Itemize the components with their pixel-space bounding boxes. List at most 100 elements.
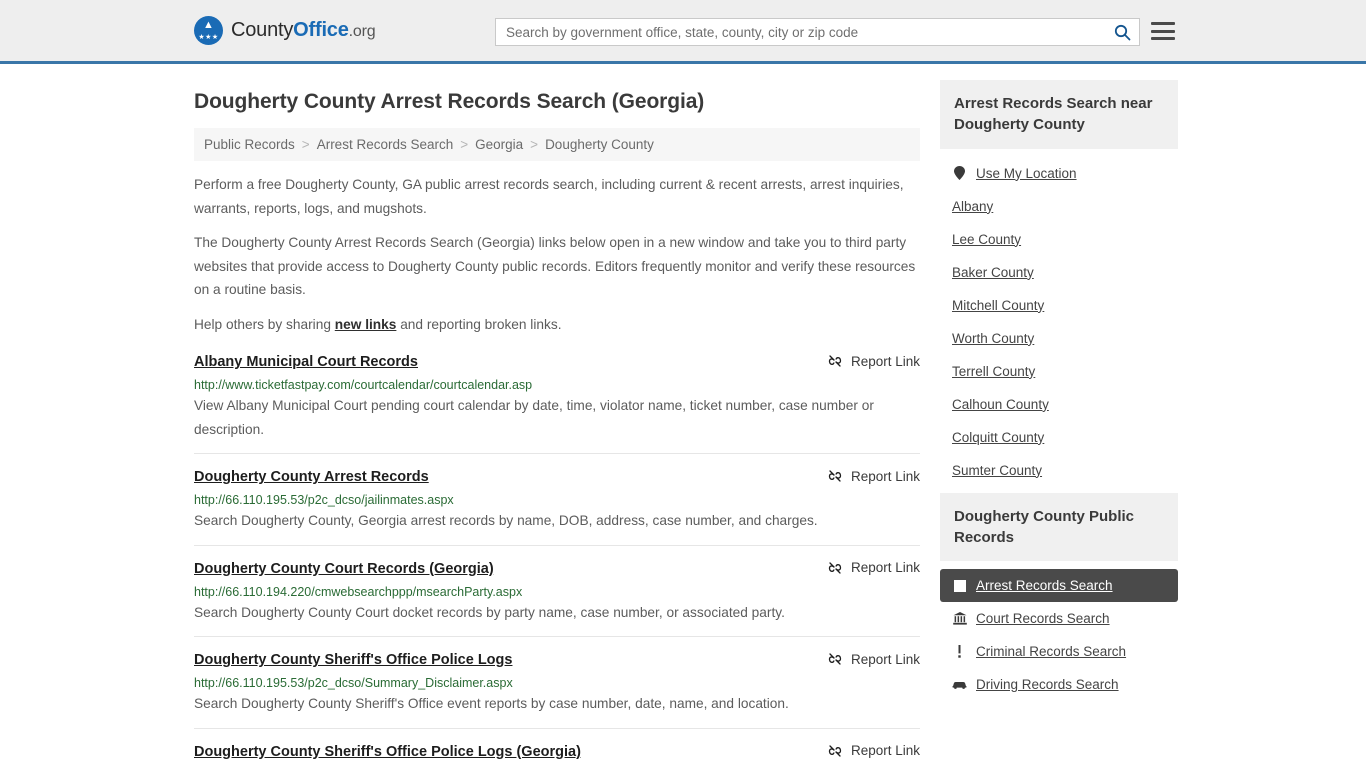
- sidebar-item-colquitt-county[interactable]: Colquitt County: [940, 421, 1178, 454]
- sidebar-item-label: Arrest Records Search: [976, 578, 1113, 594]
- sidebar-public-records-block: Dougherty County Public Records Arrest R…: [940, 492, 1178, 702]
- result-item: Dougherty County Arrest Records Report L…: [194, 453, 920, 544]
- result-header: Dougherty County Sheriff's Office Police…: [194, 651, 920, 670]
- result-header: Dougherty County Arrest Records Report L…: [194, 468, 920, 487]
- search-box[interactable]: [495, 18, 1140, 46]
- result-item: Albany Municipal Court Records Report Li…: [194, 347, 920, 453]
- sidebar-item-calhoun-county[interactable]: Calhoun County: [940, 388, 1178, 421]
- result-description: View Albany Municipal Court pending cour…: [194, 398, 874, 437]
- search-button[interactable]: [1111, 21, 1133, 43]
- result-title-link[interactable]: Dougherty County Court Records (Georgia): [194, 560, 494, 579]
- search-area: [495, 18, 1140, 46]
- sidebar-item-label: Lee County: [952, 231, 1022, 247]
- results-list: Albany Municipal Court Records Report Li…: [194, 347, 920, 768]
- page-title: Dougherty County Arrest Records Search (…: [194, 90, 705, 113]
- breadcrumb-separator: >: [530, 137, 539, 152]
- breadcrumb-item-georgia[interactable]: Georgia: [475, 137, 523, 152]
- broken-link-icon: [828, 562, 842, 574]
- intro-paragraph-2: The Dougherty County Arrest Records Sear…: [194, 235, 916, 298]
- logo-text-county: County: [231, 19, 294, 41]
- report-link-label: Report Link: [850, 743, 920, 759]
- result-title-link[interactable]: Dougherty County Arrest Records: [194, 468, 429, 487]
- result-description: Search Dougherty County, Georgia arrest …: [194, 513, 818, 529]
- sidebar-item-label: Terrell County: [952, 363, 1036, 379]
- result-item: Dougherty County Sheriff's Office Police…: [194, 727, 920, 768]
- main-content: Dougherty County Arrest Records Search (…: [194, 64, 920, 768]
- sidebar-item-label: Colquitt County: [952, 429, 1045, 445]
- result-url-link[interactable]: http://66.110.194.220/cmwebsearchppp/mse…: [194, 585, 920, 599]
- result-item: Dougherty County Sheriff's Office Police…: [194, 636, 920, 727]
- report-link-label: Report Link: [850, 353, 920, 369]
- list-item: Arrest Records Search: [940, 569, 1178, 603]
- breadcrumb-item-public-records[interactable]: Public Records: [204, 137, 295, 152]
- breadcrumb-separator: >: [460, 137, 469, 152]
- broken-link-icon: [828, 744, 842, 757]
- list-item: Baker County: [940, 256, 1178, 289]
- sidebar-item-baker-county[interactable]: Baker County: [940, 256, 1178, 289]
- report-link-label: Report Link: [850, 468, 920, 484]
- sidebar-item-label: Sumter County: [952, 462, 1043, 478]
- breadcrumb: Public Records > Arrest Records Search >…: [194, 128, 920, 161]
- breadcrumb-item-dougherty-county[interactable]: Dougherty County: [545, 137, 654, 152]
- report-link-button[interactable]: Report Link: [827, 651, 920, 667]
- sidebar-item-label: Calhoun County: [952, 396, 1049, 412]
- sidebar-item-albany[interactable]: Albany: [940, 190, 1178, 223]
- list-item: Lee County: [940, 223, 1178, 256]
- hamburger-menu-icon[interactable]: [1151, 20, 1175, 42]
- report-link-button[interactable]: Report Link: [827, 743, 920, 759]
- map-pin-icon: [952, 166, 967, 181]
- sidebar-item-driving-records-search[interactable]: Driving Records Search: [940, 668, 1178, 701]
- report-link-button[interactable]: Report Link: [827, 560, 920, 576]
- result-title-link[interactable]: Albany Municipal Court Records: [194, 353, 418, 372]
- search-input[interactable]: [506, 24, 1111, 40]
- exclamation-icon: [952, 645, 967, 658]
- courthouse-icon: [952, 612, 967, 625]
- result-url-link[interactable]: http://66.110.195.53/p2c_dcso/jailinmate…: [194, 493, 920, 507]
- site-logo[interactable]: ▲ ★★★ CountyOffice.org: [194, 16, 376, 45]
- result-url-link[interactable]: http://66.110.195.53/p2c_dcso/Summary_Di…: [194, 676, 920, 690]
- intro-paragraph-3: Help others by sharing new links and rep…: [194, 313, 920, 337]
- document-icon: [952, 579, 967, 592]
- site-header: ▲ ★★★ CountyOffice.org: [0, 0, 1366, 64]
- new-links-link[interactable]: new links: [335, 317, 397, 332]
- sidebar-item-arrest-records-search[interactable]: Arrest Records Search: [940, 569, 1178, 603]
- sidebar-item-label: Albany: [952, 198, 994, 214]
- result-header: Dougherty County Sheriff's Office Police…: [194, 743, 920, 762]
- list-item: Mitchell County: [940, 289, 1178, 322]
- list-item: Calhoun County: [940, 388, 1178, 421]
- logo-text: CountyOffice.org: [231, 19, 376, 42]
- report-link-label: Report Link: [850, 560, 920, 576]
- report-link-button[interactable]: Report Link: [827, 468, 920, 484]
- eagle-seal-icon: ▲ ★★★: [194, 16, 223, 45]
- list-item: Court Records Search: [940, 602, 1178, 635]
- sidebar-item-use-my-location[interactable]: Use My Location: [940, 157, 1178, 190]
- result-description: Search Dougherty County Court docket rec…: [194, 604, 785, 620]
- sidebar-nearby-block: Arrest Records Search near Dougherty Cou…: [940, 80, 1178, 487]
- list-item: Worth County: [940, 322, 1178, 355]
- sidebar-item-terrell-county[interactable]: Terrell County: [940, 355, 1178, 388]
- hamburger-bar: [1151, 22, 1175, 25]
- report-link-button[interactable]: Report Link: [827, 353, 920, 369]
- sidebar-item-criminal-records-search[interactable]: Criminal Records Search: [940, 635, 1178, 668]
- breadcrumb-item-arrest-records-search[interactable]: Arrest Records Search: [317, 137, 454, 152]
- broken-link-icon: [828, 653, 842, 665]
- sidebar-item-mitchell-county[interactable]: Mitchell County: [940, 289, 1178, 322]
- sidebar-item-label: Criminal Records Search: [976, 644, 1127, 660]
- list-item: Use My Location: [940, 157, 1178, 190]
- sidebar-item-label: Court Records Search: [976, 611, 1110, 627]
- intro-text: Perform a free Dougherty County, GA publ…: [194, 173, 920, 336]
- result-title-link[interactable]: Dougherty County Sheriff's Office Police…: [194, 651, 512, 670]
- sidebar-item-lee-county[interactable]: Lee County: [940, 223, 1178, 256]
- sidebar-item-label: Use My Location: [976, 165, 1077, 181]
- broken-link-icon: [828, 355, 842, 368]
- result-url-link[interactable]: http://www.ticketfastpay.com/courtcalend…: [194, 378, 920, 392]
- result-title-link[interactable]: Dougherty County Sheriff's Office Police…: [194, 743, 581, 762]
- sidebar-item-worth-county[interactable]: Worth County: [940, 322, 1178, 355]
- intro-paragraph-1: Perform a free Dougherty County, GA publ…: [194, 177, 904, 216]
- sidebar-item-sumter-county[interactable]: Sumter County: [940, 454, 1178, 487]
- report-link-label: Report Link: [850, 651, 920, 667]
- sidebar-item-court-records-search[interactable]: Court Records Search: [940, 602, 1178, 635]
- car-icon: [952, 680, 967, 690]
- page-body: Dougherty County Arrest Records Search (…: [0, 64, 1366, 768]
- sidebar: Arrest Records Search near Dougherty Cou…: [940, 64, 1178, 707]
